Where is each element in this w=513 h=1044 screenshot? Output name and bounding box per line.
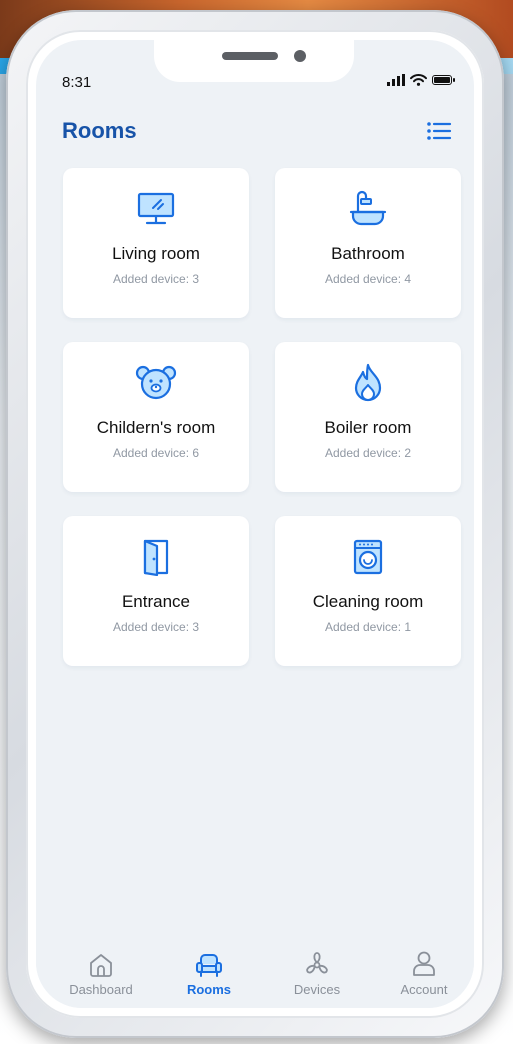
room-name: Entrance	[121, 592, 191, 611]
nav-label: Account	[400, 982, 448, 997]
flame-icon	[275, 363, 461, 402]
status-time: 8:31	[62, 74, 92, 91]
front-camera	[294, 50, 306, 62]
room-device-count: Added device: 3	[112, 620, 200, 634]
wifi-icon	[410, 74, 427, 86]
status-icons	[387, 74, 455, 86]
room-name: Bathroom	[331, 244, 405, 263]
room-card-entrance[interactable]: Entrance Added device: 3	[63, 516, 249, 666]
phone-bezel: 8:31 Rooms Living room Added device: 3 B…	[26, 30, 484, 1018]
room-card-bathroom[interactable]: Bathroom Added device: 4	[275, 168, 461, 318]
door-icon	[63, 538, 249, 576]
bathtub-icon	[275, 190, 461, 228]
room-card-boiler-room[interactable]: Boiler room Added device: 2	[275, 342, 461, 492]
room-card-cleaning-room[interactable]: Cleaning room Added device: 1	[275, 516, 461, 666]
room-name: Childern's room	[96, 418, 216, 437]
nav-account[interactable]: Account	[379, 948, 469, 997]
room-card-childerns-room[interactable]: Childern's room Added device: 6	[63, 342, 249, 492]
armchair-icon	[164, 948, 254, 978]
fan-icon	[272, 948, 362, 978]
user-icon	[379, 948, 469, 978]
nav-dashboard[interactable]: Dashboard	[56, 948, 146, 997]
room-name: Boiler room	[324, 418, 412, 437]
room-name: Living room	[112, 244, 200, 263]
room-device-count: Added device: 1	[324, 620, 412, 634]
nav-label: Dashboard	[69, 982, 133, 997]
room-device-count: Added device: 2	[324, 446, 412, 460]
room-name: Cleaning room	[312, 592, 424, 611]
washing-machine-icon	[275, 538, 461, 576]
monitor-icon	[63, 190, 249, 228]
speaker-grille	[222, 52, 278, 60]
app-screen: 8:31 Rooms Living room Added device: 3 B…	[36, 40, 474, 1008]
phone-frame: 8:31 Rooms Living room Added device: 3 B…	[6, 10, 504, 1038]
page-title: Rooms	[62, 118, 137, 143]
nav-label: Devices	[293, 982, 341, 997]
nav-rooms[interactable]: Rooms	[164, 948, 254, 997]
room-device-count: Added device: 6	[112, 446, 200, 460]
room-device-count: Added device: 4	[324, 272, 412, 286]
battery-icon	[432, 75, 455, 85]
phone-notch	[154, 40, 354, 82]
teddy-bear-icon	[63, 364, 249, 402]
room-card-living-room[interactable]: Living room Added device: 3	[63, 168, 249, 318]
signal-icon	[387, 74, 405, 86]
nav-devices[interactable]: Devices	[272, 948, 362, 997]
list-menu-icon[interactable]	[426, 120, 452, 142]
home-icon	[56, 948, 146, 978]
nav-label: Rooms	[186, 982, 232, 997]
room-device-count: Added device: 3	[112, 272, 200, 286]
